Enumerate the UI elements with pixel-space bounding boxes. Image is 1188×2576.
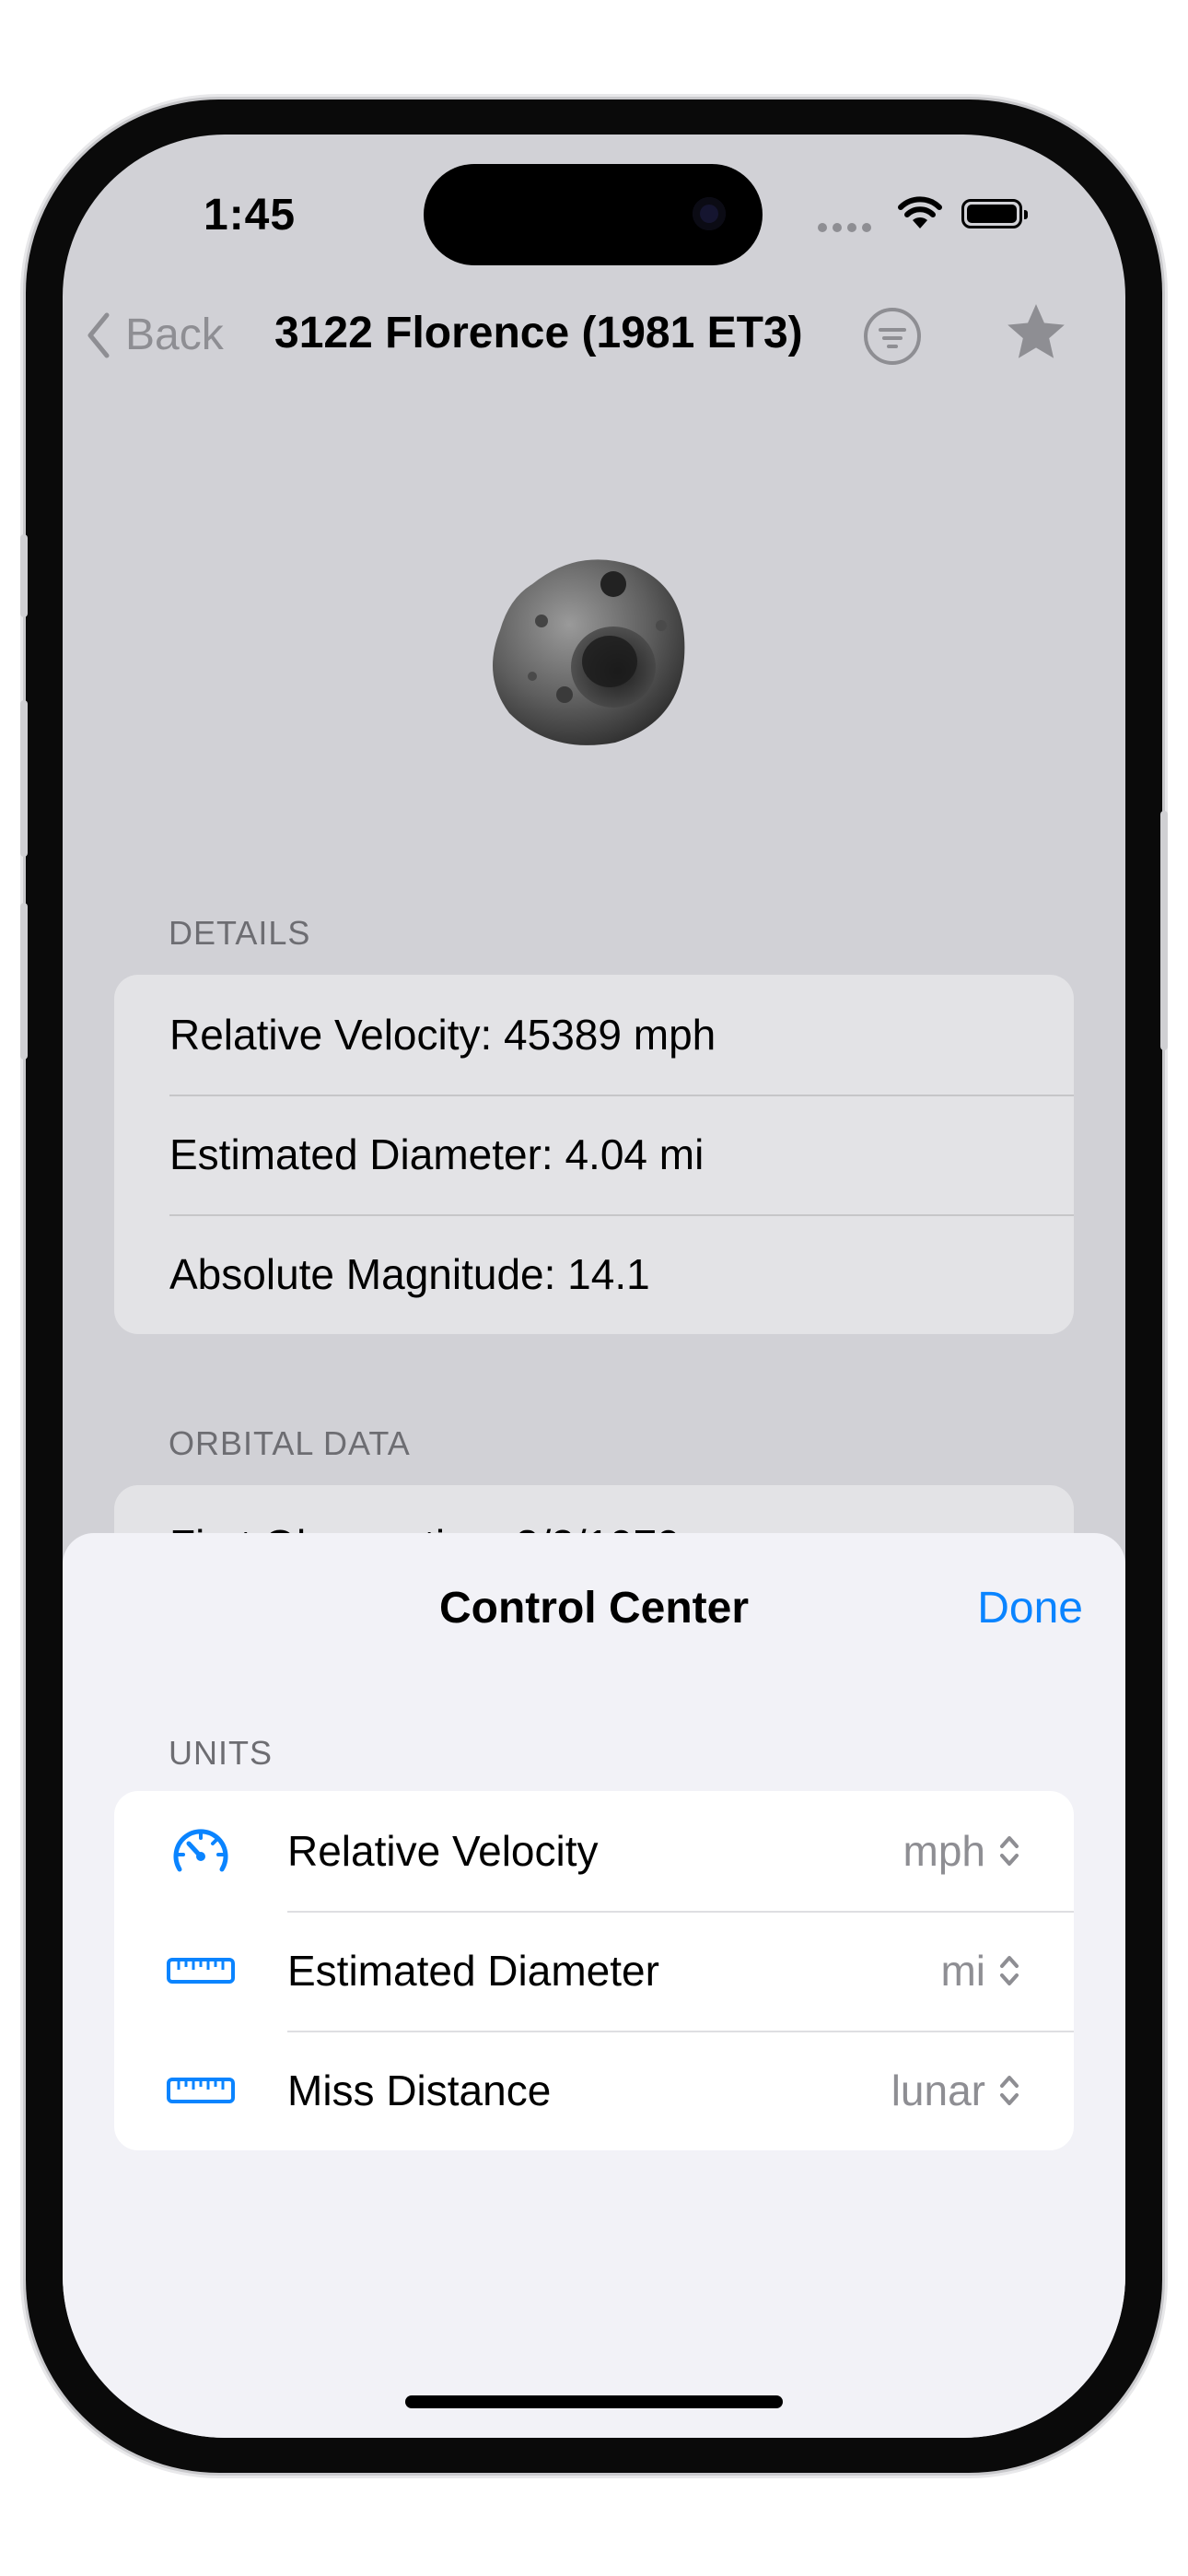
screen: 1:45 Back 3122 Florence (1981 ET3) DETAI… bbox=[63, 135, 1125, 2438]
control-center-sheet: Control Center Done UNITS Relative Veloc bbox=[63, 1533, 1125, 2438]
dynamic-island bbox=[424, 164, 763, 265]
favorite-star-button[interactable] bbox=[1002, 299, 1070, 367]
detail-row-absolute-magnitude: Absolute Magnitude: 14.1 bbox=[114, 1214, 1074, 1334]
unit-value: mi bbox=[940, 1947, 985, 1995]
wifi-icon bbox=[898, 196, 942, 228]
camera-icon bbox=[693, 197, 726, 230]
battery-icon bbox=[961, 199, 1028, 228]
units-list: Relative Velocity mph Estimated Diameter bbox=[114, 1791, 1074, 2150]
ruler-icon bbox=[167, 1958, 235, 1984]
chevron-left-icon bbox=[87, 312, 110, 357]
unit-row-relative-velocity[interactable]: Relative Velocity mph bbox=[114, 1791, 1074, 1911]
unit-picker[interactable]: mi bbox=[940, 1946, 1074, 1996]
sheet-title: Control Center bbox=[439, 1584, 749, 1633]
back-label: Back bbox=[125, 310, 224, 359]
speedometer-icon bbox=[173, 1829, 228, 1872]
unit-picker[interactable]: lunar bbox=[891, 2066, 1074, 2115]
done-button[interactable]: Done bbox=[977, 1583, 1083, 1633]
orbital-section-header: ORBITAL DATA bbox=[169, 1424, 411, 1462]
volume-up-button bbox=[20, 700, 28, 857]
chevron-up-down-icon bbox=[1000, 1836, 1019, 1866]
chevron-up-down-icon bbox=[1000, 2076, 1019, 2105]
chevron-up-down-icon bbox=[1000, 1956, 1019, 1985]
ruler-icon bbox=[167, 2078, 235, 2103]
detail-row-relative-velocity: Relative Velocity: 45389 mph bbox=[169, 1011, 716, 1059]
details-list: Relative Velocity: 45389 mph Estimated D… bbox=[114, 975, 1074, 1334]
cellular-signal-icon bbox=[818, 223, 871, 232]
unit-row-estimated-diameter[interactable]: Estimated Diameter mi bbox=[114, 1911, 1074, 2031]
unit-picker[interactable]: mph bbox=[903, 1826, 1074, 1876]
home-indicator[interactable] bbox=[405, 2395, 783, 2408]
action-button bbox=[20, 534, 28, 617]
units-section-header: UNITS bbox=[169, 1734, 273, 1772]
page-title: 3122 Florence (1981 ET3) bbox=[274, 309, 803, 357]
power-button bbox=[1160, 811, 1168, 1050]
unit-value: mph bbox=[903, 1827, 985, 1875]
back-button[interactable]: Back bbox=[85, 310, 224, 360]
unit-row-miss-distance[interactable]: Miss Distance lunar bbox=[114, 2031, 1074, 2150]
filter-icon bbox=[879, 328, 906, 332]
asteroid-image bbox=[493, 559, 685, 745]
filter-button[interactable] bbox=[864, 308, 921, 365]
status-time: 1:45 bbox=[204, 191, 297, 240]
unit-label: Estimated Diameter bbox=[287, 1947, 659, 1995]
details-section-header: DETAILS bbox=[169, 914, 311, 952]
unit-value: lunar bbox=[891, 2067, 985, 2114]
unit-label: Relative Velocity bbox=[287, 1827, 599, 1875]
unit-label: Miss Distance bbox=[287, 2067, 552, 2114]
detail-row-estimated-diameter: Estimated Diameter: 4.04 mi bbox=[114, 1095, 1074, 1214]
volume-down-button bbox=[20, 903, 28, 1060]
